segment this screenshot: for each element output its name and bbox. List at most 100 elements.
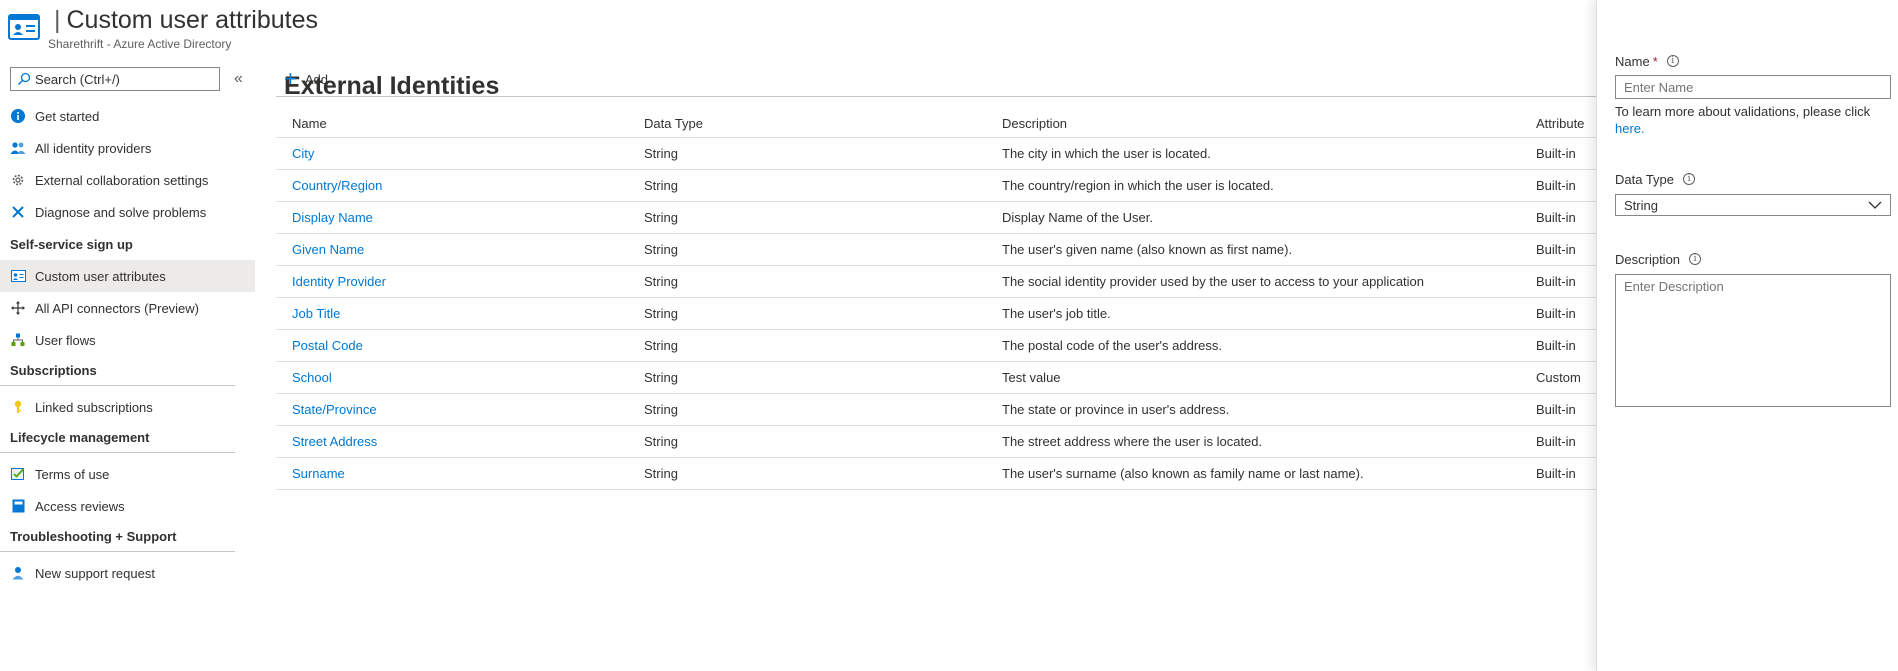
cell-attribute-type: Built-in bbox=[1528, 233, 1596, 266]
move-icon bbox=[10, 300, 26, 316]
cell-name[interactable]: City bbox=[276, 137, 636, 170]
help-text: To learn more about validations, please … bbox=[1615, 104, 1871, 119]
column-header-description[interactable]: Description bbox=[994, 111, 1528, 138]
section-label-self-service-sign-up: Self-service sign up bbox=[10, 236, 133, 252]
wrench-icon bbox=[10, 204, 26, 220]
cell-description: Test value bbox=[994, 361, 1528, 394]
cell-attribute-type: Built-in bbox=[1528, 425, 1596, 458]
table-row[interactable]: Country/Region String The country/region i… bbox=[276, 169, 1596, 202]
cell-data-type: String bbox=[636, 393, 994, 426]
toolbar-divider bbox=[276, 96, 1596, 97]
data-type-label: Data Type bbox=[1615, 171, 1675, 187]
collapse-sidebar-button[interactable]: « bbox=[234, 71, 243, 87]
add-attribute-panel: Name * i To learn more about validations… bbox=[1596, 0, 1898, 671]
sidebar-item-get-started[interactable]: Get started bbox=[0, 100, 255, 132]
sidebar-item-linked-subscriptions[interactable]: Linked subscriptions bbox=[0, 391, 255, 423]
sidebar-item-label: Diagnose and solve problems bbox=[35, 204, 207, 220]
cell-name[interactable]: State/Province bbox=[276, 393, 636, 426]
name-field-label: Name * i bbox=[1615, 52, 1891, 70]
cell-name[interactable]: Display Name bbox=[276, 201, 636, 234]
column-header-data-type[interactable]: Data Type bbox=[636, 111, 994, 138]
cell-description: The country/region in which the user is … bbox=[994, 169, 1528, 202]
sidebar-item-label: User flows bbox=[35, 332, 96, 348]
table-row[interactable]: City String The city in which the user is … bbox=[276, 137, 1596, 170]
search-placeholder: Search (Ctrl+/) bbox=[35, 71, 120, 87]
page-title: External Identities | Custom user attribut… bbox=[48, 6, 499, 100]
sidebar-item-label: Access reviews bbox=[35, 498, 125, 514]
section-label-troubleshooting-support: Troubleshooting + Support bbox=[0, 522, 235, 552]
sidebar-item-diagnose-and-solve-problems[interactable]: Diagnose and solve problems bbox=[0, 196, 255, 228]
description-field-label: Description i bbox=[1615, 250, 1891, 268]
attributes-table: Name Data Type Description Attribute Cit… bbox=[276, 111, 1596, 490]
sidebar-item-all-identity-providers[interactable]: All identity providers bbox=[0, 132, 255, 164]
cell-name[interactable]: Postal Code bbox=[276, 329, 636, 362]
sidebar-item-user-flows[interactable]: User flows bbox=[0, 324, 255, 356]
sidebar-item-custom-user-attributes[interactable]: Custom user attributes bbox=[0, 260, 255, 292]
id-card-icon bbox=[8, 14, 40, 40]
sidebar-item-label: Custom user attributes bbox=[35, 268, 166, 284]
chevron-down-icon bbox=[1868, 201, 1882, 209]
cell-name[interactable]: Job Title bbox=[276, 297, 636, 330]
page-title-sub: Custom user attributes bbox=[66, 6, 319, 34]
sidebar-item-label: Get started bbox=[35, 108, 100, 124]
data-type-dropdown[interactable]: String bbox=[1615, 194, 1891, 216]
sidebar-search-row: Search (Ctrl+/) « bbox=[0, 66, 255, 92]
cell-description: Display Name of the User. bbox=[994, 201, 1528, 234]
table-row[interactable]: Given Name String The user's given name (a… bbox=[276, 233, 1596, 266]
cell-data-type: String bbox=[636, 137, 994, 170]
cell-attribute-type: Built-in bbox=[1528, 265, 1596, 298]
info-icon[interactable]: i bbox=[1666, 55, 1679, 67]
table-row[interactable]: Job Title String The user's job title. Buil… bbox=[276, 297, 1596, 330]
sidebar-item-all-api-connectors[interactable]: All API connectors (Preview) bbox=[0, 292, 255, 324]
table-body: City String The city in which the user is … bbox=[276, 137, 1596, 490]
cell-name[interactable]: Street Address bbox=[276, 425, 636, 458]
cell-data-type: String bbox=[636, 233, 994, 266]
cell-data-type: String bbox=[636, 329, 994, 362]
cell-name[interactable]: Given Name bbox=[276, 233, 636, 266]
book-icon bbox=[10, 498, 26, 514]
info-icon[interactable]: i bbox=[1683, 173, 1696, 185]
column-header-name[interactable]: Name bbox=[276, 111, 636, 138]
table-row[interactable]: Postal Code String The postal code of the … bbox=[276, 329, 1596, 362]
cell-name[interactable]: Country/Region bbox=[276, 169, 636, 202]
data-type-selected-value: String bbox=[1624, 197, 1658, 213]
toolbar: + Add bbox=[276, 66, 1596, 92]
people-icon bbox=[10, 140, 26, 156]
table-row[interactable]: Identity Provider String The social identi… bbox=[276, 265, 1596, 298]
title-separator: | bbox=[54, 6, 61, 34]
description-label: Description bbox=[1615, 251, 1681, 267]
column-header-attribute-type[interactable]: Attribute bbox=[1528, 111, 1596, 138]
main-content: + Add Name Data Type Description Attribu… bbox=[276, 66, 1596, 490]
table-row[interactable]: School String Test value Custom bbox=[276, 361, 1596, 394]
add-button[interactable]: Add bbox=[305, 72, 328, 87]
section-label-lifecycle-management: Lifecycle management bbox=[0, 423, 235, 453]
sidebar-item-label: Terms of use bbox=[35, 466, 110, 482]
cell-data-type: String bbox=[636, 265, 994, 298]
table-row[interactable]: Surname String The user's surname (also kn… bbox=[276, 457, 1596, 490]
cell-attribute-type: Built-in bbox=[1528, 201, 1596, 234]
help-link[interactable]: here. bbox=[1615, 121, 1645, 136]
section-label-subscriptions: Subscriptions bbox=[0, 356, 235, 386]
cell-name[interactable]: School bbox=[276, 361, 636, 394]
cell-description: The user's given name (also known as fir… bbox=[994, 233, 1528, 266]
cell-name[interactable]: Identity Provider bbox=[276, 265, 636, 298]
sidebar-item-new-support-request[interactable]: New support request bbox=[0, 557, 255, 589]
sidebar-item-external-collaboration-settings[interactable]: External collaboration settings bbox=[0, 164, 255, 196]
sidebar-item-label: Linked subscriptions bbox=[35, 399, 153, 415]
sidebar-item-terms-of-use[interactable]: Terms of use bbox=[0, 458, 255, 490]
search-input[interactable]: Search (Ctrl+/) bbox=[10, 67, 220, 91]
table-row[interactable]: Display Name String Display Name of the Us… bbox=[276, 201, 1596, 234]
info-icon[interactable]: i bbox=[1689, 253, 1702, 265]
name-input[interactable] bbox=[1615, 75, 1891, 99]
cell-attribute-type: Built-in bbox=[1528, 393, 1596, 426]
name-label: Name bbox=[1615, 53, 1650, 69]
table-row[interactable]: Street Address String The street address w… bbox=[276, 425, 1596, 458]
sidebar-item-access-reviews[interactable]: Access reviews bbox=[0, 490, 255, 522]
table-row[interactable]: State/Province String The state or provinc… bbox=[276, 393, 1596, 426]
description-textarea[interactable] bbox=[1615, 274, 1891, 407]
page-subtitle: Sharethrift - Azure Active Directory bbox=[48, 37, 232, 51]
key-icon bbox=[10, 399, 26, 415]
cell-description: The user's surname (also known as family… bbox=[994, 457, 1528, 490]
cell-description: The city in which the user is located. bbox=[994, 137, 1528, 170]
cell-name[interactable]: Surname bbox=[276, 457, 636, 490]
